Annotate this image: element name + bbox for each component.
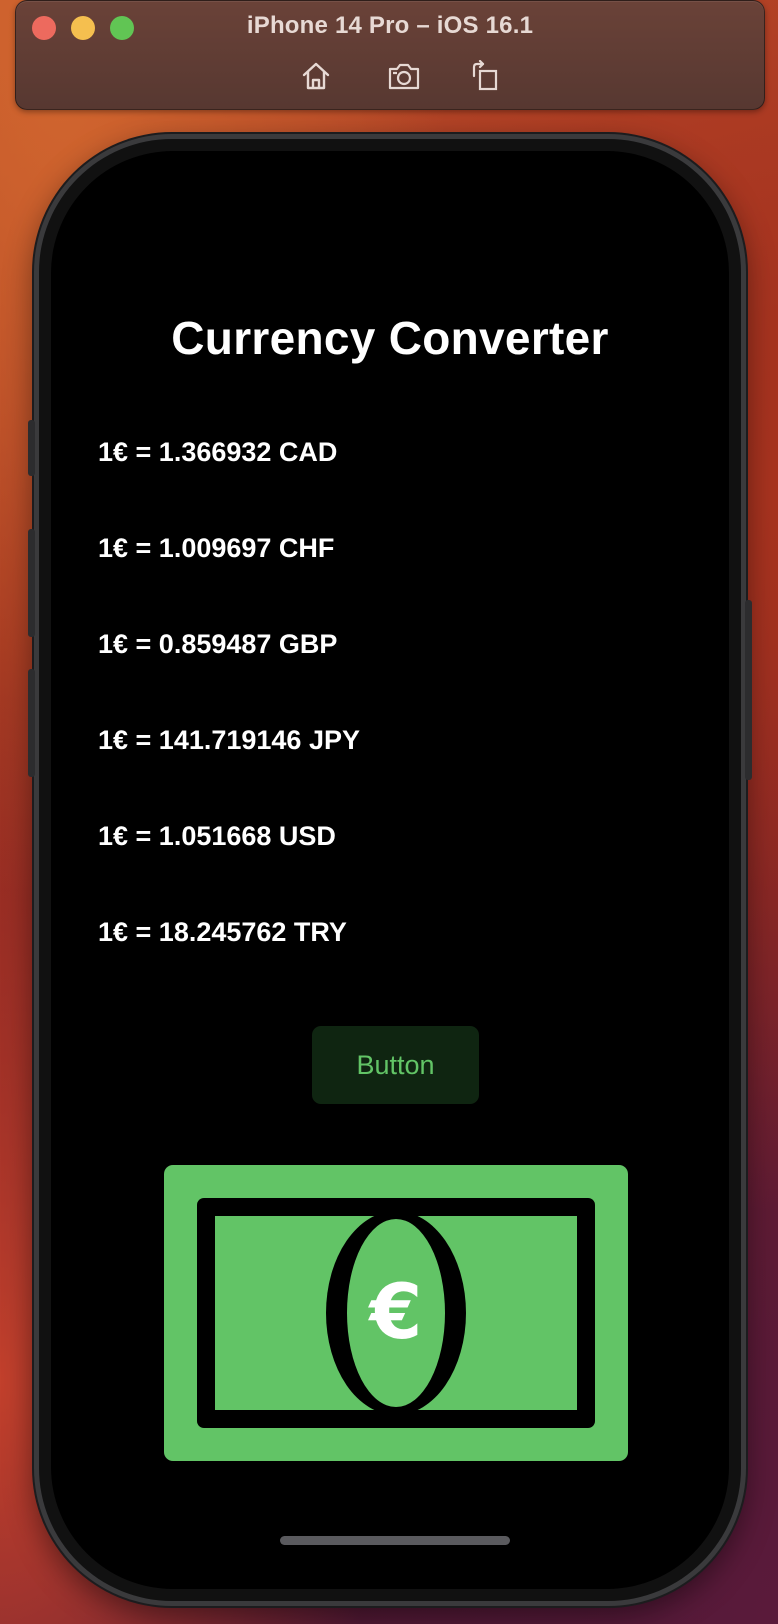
rate-gbp-label: 1€ = 0.859487 GBP [98,629,338,659]
screenshot-icon [388,63,420,90]
page-title: Currency Converter [171,312,609,364]
rotate-button[interactable] [467,59,503,93]
home-indicator[interactable] [280,1536,510,1545]
rate-jpy-label: 1€ = 141.719146 JPY [98,725,360,755]
rate-cad-label: 1€ = 1.366932 CAD [98,437,338,467]
rate-chf-label: 1€ = 1.009697 CHF [98,533,335,563]
home-button[interactable] [298,59,334,93]
rate-try-label: 1€ = 18.245762 TRY [98,917,347,947]
rate-usd-label: 1€ = 1.051668 USD [98,821,336,851]
phone-screen: Currency Converter 1€ = 1.366932 CAD 1€ … [51,151,729,1589]
power-button [745,600,752,780]
home-icon [302,62,330,90]
simulator-titlebar: iPhone 14 Pro – iOS 16.1 [15,0,765,110]
get-rates-button[interactable]: Button [312,1026,479,1104]
action-switch [28,420,35,476]
volume-down-button [28,669,35,777]
window-title: iPhone 14 Pro – iOS 16.1 [246,12,534,39]
rate-list: 1€ = 1.366932 CAD 1€ = 1.009697 CHF 1€ =… [98,436,360,1012]
euro-symbol: € [368,1267,423,1356]
euro-banknote-icon: € [164,1165,628,1461]
rotate-icon [472,60,498,91]
screenshot-button[interactable] [386,59,422,93]
volume-up-button [28,529,35,637]
phone-bezel: Currency Converter 1€ = 1.366932 CAD 1€ … [39,139,741,1601]
iphone-frame: Currency Converter 1€ = 1.366932 CAD 1€ … [28,134,752,1606]
